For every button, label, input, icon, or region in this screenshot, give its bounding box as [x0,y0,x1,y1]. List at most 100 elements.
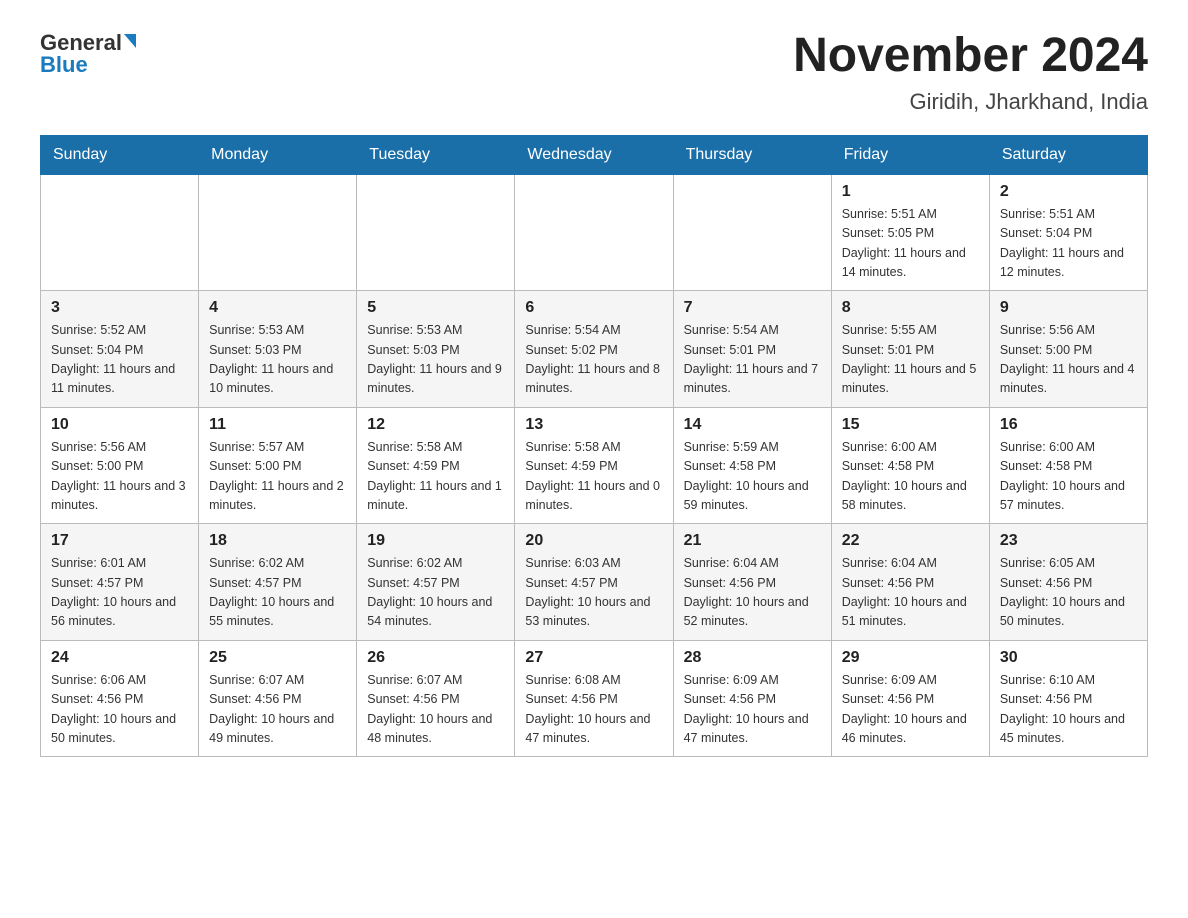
calendar-cell: 23Sunrise: 6:05 AMSunset: 4:56 PMDayligh… [989,524,1147,641]
page-header: General Blue November 2024 Giridih, Jhar… [40,30,1148,115]
calendar-cell: 22Sunrise: 6:04 AMSunset: 4:56 PMDayligh… [831,524,989,641]
calendar-cell [673,174,831,291]
day-info: Sunrise: 5:58 AMSunset: 4:59 PMDaylight:… [367,438,504,516]
calendar-cell: 11 Sunrise: 5:57 AMSunset: 5:00 PMDayligh… [199,407,357,524]
day-number: 23 [1000,532,1137,550]
day-info: Sunrise: 6:10 AMSunset: 4:56 PMDaylight:… [1000,671,1137,749]
calendar-week-2: 3 Sunrise: 5:52 AMSunset: 5:04 PMDaylight… [41,291,1148,408]
day-number: 21 [684,532,821,550]
calendar-cell: 14 Sunrise: 5:59 AMSunset: 4:58 PMDayligh… [673,407,831,524]
calendar-cell: 24Sunrise: 6:06 AMSunset: 4:56 PMDayligh… [41,640,199,757]
day-number: 4 [209,299,346,317]
day-info: Sunrise: 6:08 AMSunset: 4:56 PMDaylight:… [525,671,662,749]
calendar-cell: 5 Sunrise: 5:53 AMSunset: 5:03 PMDaylight… [357,291,515,408]
day-info: Sunrise: 6:06 AMSunset: 4:56 PMDaylight:… [51,671,188,749]
day-info: Sunrise: 5:54 AMSunset: 5:02 PMDaylight:… [525,321,662,399]
day-number: 22 [842,532,979,550]
calendar-header-row: SundayMondayTuesdayWednesdayThursdayFrid… [41,135,1148,174]
day-number: 25 [209,649,346,667]
day-info: Sunrise: 6:09 AMSunset: 4:56 PMDaylight:… [842,671,979,749]
calendar-cell: 18Sunrise: 6:02 AMSunset: 4:57 PMDayligh… [199,524,357,641]
calendar-cell: 29 Sunrise: 6:09 AMSunset: 4:56 PMDayligh… [831,640,989,757]
calendar-cell: 26 Sunrise: 6:07 AMSunset: 4:56 PMDayligh… [357,640,515,757]
calendar-cell: 7Sunrise: 5:54 AMSunset: 5:01 PMDaylight… [673,291,831,408]
calendar-cell: 13 Sunrise: 5:58 AMSunset: 4:59 PMDayligh… [515,407,673,524]
day-number: 26 [367,649,504,667]
calendar-cell: 16 Sunrise: 6:00 AMSunset: 4:58 PMDayligh… [989,407,1147,524]
day-info: Sunrise: 6:02 AMSunset: 4:57 PMDaylight:… [367,554,504,632]
day-number: 28 [684,649,821,667]
calendar-cell: 19Sunrise: 6:02 AMSunset: 4:57 PMDayligh… [357,524,515,641]
col-header-wednesday: Wednesday [515,135,673,174]
calendar-cell: 2 Sunrise: 5:51 AMSunset: 5:04 PMDaylight… [989,174,1147,291]
day-number: 1 [842,183,979,201]
day-number: 10 [51,416,188,434]
day-info: Sunrise: 5:58 AMSunset: 4:59 PMDaylight:… [525,438,662,516]
day-info: Sunrise: 6:09 AMSunset: 4:56 PMDaylight:… [684,671,821,749]
day-number: 20 [525,532,662,550]
day-info: Sunrise: 6:07 AMSunset: 4:56 PMDaylight:… [367,671,504,749]
day-info: Sunrise: 5:51 AMSunset: 5:05 PMDaylight:… [842,205,979,283]
day-number: 2 [1000,183,1137,201]
calendar-cell: 17Sunrise: 6:01 AMSunset: 4:57 PMDayligh… [41,524,199,641]
day-number: 16 [1000,416,1137,434]
day-info: Sunrise: 5:52 AMSunset: 5:04 PMDaylight:… [51,321,188,399]
calendar-cell: 6 Sunrise: 5:54 AMSunset: 5:02 PMDaylight… [515,291,673,408]
day-info: Sunrise: 6:01 AMSunset: 4:57 PMDaylight:… [51,554,188,632]
day-number: 5 [367,299,504,317]
calendar-cell [199,174,357,291]
calendar-cell: 1 Sunrise: 5:51 AMSunset: 5:05 PMDaylight… [831,174,989,291]
day-info: Sunrise: 5:55 AMSunset: 5:01 PMDaylight:… [842,321,979,399]
col-header-sunday: Sunday [41,135,199,174]
day-number: 3 [51,299,188,317]
day-info: Sunrise: 5:51 AMSunset: 5:04 PMDaylight:… [1000,205,1137,283]
calendar-cell: 21 Sunrise: 6:04 AMSunset: 4:56 PMDayligh… [673,524,831,641]
calendar-cell: 27Sunrise: 6:08 AMSunset: 4:56 PMDayligh… [515,640,673,757]
calendar-cell: 9 Sunrise: 5:56 AMSunset: 5:00 PMDaylight… [989,291,1147,408]
calendar-cell: 12Sunrise: 5:58 AMSunset: 4:59 PMDayligh… [357,407,515,524]
calendar-cell [357,174,515,291]
calendar-cell [41,174,199,291]
day-info: Sunrise: 6:04 AMSunset: 4:56 PMDaylight:… [684,554,821,632]
calendar-cell: 4 Sunrise: 5:53 AMSunset: 5:03 PMDaylight… [199,291,357,408]
day-number: 9 [1000,299,1137,317]
calendar-week-4: 17Sunrise: 6:01 AMSunset: 4:57 PMDayligh… [41,524,1148,641]
day-info: Sunrise: 6:03 AMSunset: 4:57 PMDaylight:… [525,554,662,632]
col-header-monday: Monday [199,135,357,174]
page-subtitle: Giridih, Jharkhand, India [793,89,1148,115]
calendar-cell: 15 Sunrise: 6:00 AMSunset: 4:58 PMDayligh… [831,407,989,524]
calendar-cell: 20 Sunrise: 6:03 AMSunset: 4:57 PMDayligh… [515,524,673,641]
col-header-friday: Friday [831,135,989,174]
logo-blue-text: Blue [40,52,88,78]
day-number: 11 [209,416,346,434]
calendar-cell: 8Sunrise: 5:55 AMSunset: 5:01 PMDaylight… [831,291,989,408]
day-info: Sunrise: 6:00 AMSunset: 4:58 PMDaylight:… [1000,438,1137,516]
day-info: Sunrise: 5:53 AMSunset: 5:03 PMDaylight:… [367,321,504,399]
day-info: Sunrise: 5:59 AMSunset: 4:58 PMDaylight:… [684,438,821,516]
calendar-week-1: 1 Sunrise: 5:51 AMSunset: 5:05 PMDaylight… [41,174,1148,291]
day-number: 30 [1000,649,1137,667]
calendar-cell [515,174,673,291]
calendar-week-5: 24Sunrise: 6:06 AMSunset: 4:56 PMDayligh… [41,640,1148,757]
day-number: 13 [525,416,662,434]
calendar-cell: 3 Sunrise: 5:52 AMSunset: 5:04 PMDaylight… [41,291,199,408]
day-number: 29 [842,649,979,667]
calendar-cell: 10Sunrise: 5:56 AMSunset: 5:00 PMDayligh… [41,407,199,524]
day-info: Sunrise: 5:57 AMSunset: 5:00 PMDaylight:… [209,438,346,516]
day-number: 18 [209,532,346,550]
day-number: 6 [525,299,662,317]
day-info: Sunrise: 6:00 AMSunset: 4:58 PMDaylight:… [842,438,979,516]
logo: General Blue [40,30,136,78]
page-title: November 2024 [793,30,1148,83]
col-header-tuesday: Tuesday [357,135,515,174]
day-info: Sunrise: 5:53 AMSunset: 5:03 PMDaylight:… [209,321,346,399]
day-info: Sunrise: 6:07 AMSunset: 4:56 PMDaylight:… [209,671,346,749]
col-header-saturday: Saturday [989,135,1147,174]
calendar-table: SundayMondayTuesdayWednesdayThursdayFrid… [40,135,1148,758]
title-block: November 2024 Giridih, Jharkhand, India [793,30,1148,115]
day-number: 15 [842,416,979,434]
day-info: Sunrise: 5:56 AMSunset: 5:00 PMDaylight:… [1000,321,1137,399]
calendar-cell: 30 Sunrise: 6:10 AMSunset: 4:56 PMDayligh… [989,640,1147,757]
day-number: 14 [684,416,821,434]
day-number: 7 [684,299,821,317]
